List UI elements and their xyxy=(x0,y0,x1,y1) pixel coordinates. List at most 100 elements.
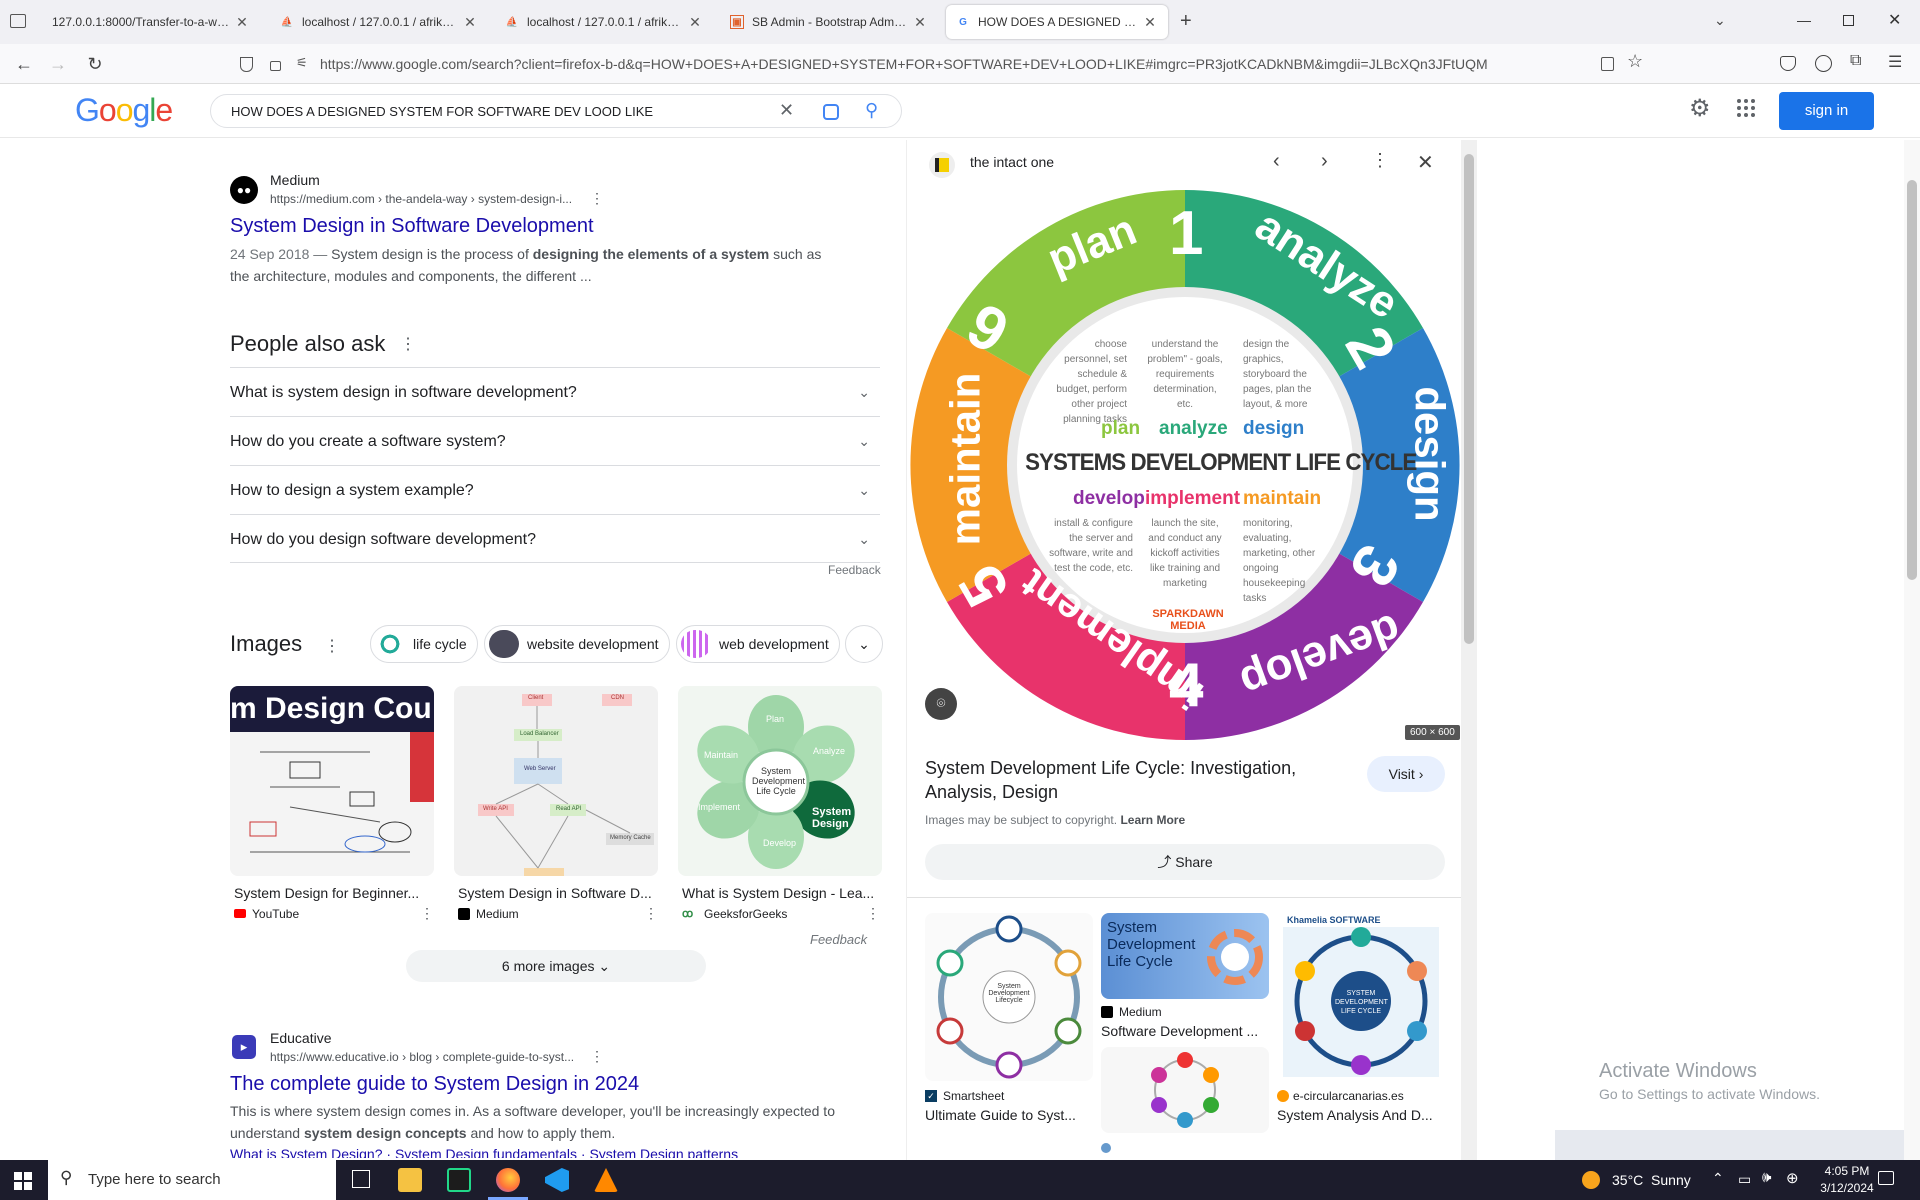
images-feedback-link[interactable]: Feedback xyxy=(810,932,867,947)
permissions-icon[interactable]: ⚟ xyxy=(296,55,308,71)
page-scrollbar[interactable] xyxy=(1904,140,1920,1160)
tab-overflow-chevron-icon[interactable]: ⌄ xyxy=(1714,12,1726,29)
visual-search-icon[interactable]: ⌾ xyxy=(925,688,957,720)
close-tab-icon[interactable]: ✕ xyxy=(687,14,703,31)
paa-feedback-link[interactable]: Feedback xyxy=(828,563,881,577)
page-scrollbar-thumb[interactable] xyxy=(1907,180,1917,580)
taskbar-search-box[interactable]: ⚲ Type here to search xyxy=(48,1160,336,1200)
paa-question[interactable]: How do you design software development? ⌄ xyxy=(230,514,880,563)
settings-gear-icon[interactable]: ⚙ xyxy=(1689,94,1711,123)
share-button[interactable]: ⤴ Share xyxy=(925,844,1445,880)
new-tab-icon[interactable]: + xyxy=(1180,10,1192,33)
search-input[interactable]: HOW DOES A DESIGNED SYSTEM FOR SOFTWARE … xyxy=(231,104,653,119)
chip-web-development[interactable]: web development xyxy=(676,625,840,663)
image-thumbnail[interactable]: System Development Life Cycle Plan Analy… xyxy=(678,686,882,876)
menu-icon[interactable]: ☰ xyxy=(1888,52,1902,72)
image-caption[interactable]: System Design in Software D... xyxy=(458,885,658,901)
tab-afrikbook-1[interactable]: ⛵ localhost / 127.0.0.1 / afrikbook ✕ xyxy=(270,5,488,39)
close-tab-icon[interactable]: ✕ xyxy=(234,14,250,31)
related-caption[interactable]: Ultimate Guide to Syst... xyxy=(925,1107,1093,1123)
close-tab-icon[interactable]: ✕ xyxy=(462,14,478,31)
activate-windows-subtitle[interactable]: Go to Settings to activate Windows. xyxy=(1599,1086,1820,1102)
result-menu-icon[interactable]: ⋮ xyxy=(590,1048,604,1065)
panel-more-icon[interactable]: ⋮ xyxy=(1371,150,1389,171)
result-title-link[interactable]: System Design in Software Development xyxy=(230,215,594,238)
list-all-tabs-icon[interactable] xyxy=(10,14,26,28)
apps-grid-icon[interactable] xyxy=(1737,99,1755,117)
google-logo[interactable]: Google xyxy=(75,92,173,129)
vlc-icon[interactable] xyxy=(594,1168,618,1192)
tab-transfer[interactable]: 127.0.0.1:8000/Transfer-to-a-warehouse✕ xyxy=(42,5,260,39)
forward-icon[interactable]: → xyxy=(45,52,71,76)
panel-scrollbar[interactable] xyxy=(1461,140,1477,1160)
close-window-icon[interactable]: ✕ xyxy=(1888,10,1901,30)
windows-start-icon[interactable] xyxy=(14,1172,32,1190)
images-menu-icon[interactable]: ⋮ xyxy=(324,636,340,656)
image-thumbnail[interactable]: Client CDN Load Balancer Web Server Writ… xyxy=(454,686,658,876)
sign-in-button[interactable]: sign in xyxy=(1779,92,1874,130)
back-icon[interactable]: ← xyxy=(11,52,37,76)
search-box[interactable]: HOW DOES A DESIGNED SYSTEM FOR SOFTWARE … xyxy=(210,94,902,128)
vscode-icon[interactable] xyxy=(545,1168,569,1192)
paa-menu-icon[interactable]: ⋮ xyxy=(400,334,416,354)
reader-view-icon[interactable] xyxy=(1601,57,1614,71)
image-caption[interactable]: System Design for Beginner... xyxy=(234,885,434,901)
lens-icon[interactable] xyxy=(823,104,839,120)
result-menu-icon[interactable]: ⋮ xyxy=(590,190,604,207)
firefox-icon[interactable] xyxy=(496,1168,520,1192)
result-sitelinks[interactable]: What is System Design? · System Design f… xyxy=(230,1146,738,1158)
reload-icon[interactable]: ↻ xyxy=(82,52,108,76)
related-caption[interactable]: System Analysis And D... xyxy=(1277,1107,1445,1123)
pycharm-icon[interactable] xyxy=(447,1168,471,1192)
restore-icon[interactable] xyxy=(1843,15,1854,26)
more-images-button[interactable]: 6 more images ⌄ xyxy=(406,950,706,982)
image-menu-icon[interactable]: ⋮ xyxy=(420,905,434,922)
notifications-icon[interactable] xyxy=(1878,1171,1894,1185)
clear-search-icon[interactable]: ✕ xyxy=(779,100,794,121)
visit-button[interactable]: Visit › xyxy=(1367,756,1445,792)
image-menu-icon[interactable]: ⋮ xyxy=(644,905,658,922)
bookmark-star-icon[interactable]: ☆ xyxy=(1627,51,1643,72)
weather-sun-icon[interactable] xyxy=(1582,1171,1600,1189)
result-title-link[interactable]: The complete guide to System Design in 2… xyxy=(230,1073,639,1096)
chips-expand-button[interactable]: ⌄ xyxy=(845,625,883,663)
volume-icon[interactable]: 🕪 xyxy=(1762,1169,1771,1186)
account-icon[interactable] xyxy=(1815,55,1832,72)
shield-icon[interactable] xyxy=(240,57,253,72)
pocket-icon[interactable] xyxy=(1780,56,1796,71)
tray-chevron-up-icon[interactable]: ⌃ xyxy=(1712,1170,1724,1187)
chip-website-development[interactable]: website development xyxy=(484,625,670,663)
result-url[interactable]: https://medium.com › the-andela-way › sy… xyxy=(270,192,572,206)
file-explorer-icon[interactable] xyxy=(398,1168,422,1192)
paa-question[interactable]: How to design a system example? ⌄ xyxy=(230,465,880,514)
image-caption[interactable]: What is System Design - Lea... xyxy=(682,885,882,901)
network-globe-icon[interactable]: ⊕ xyxy=(1786,1169,1799,1187)
image-thumbnail[interactable]: m Design Cou xyxy=(230,686,434,876)
extensions-icon[interactable]: ⧉ xyxy=(1850,52,1861,70)
tab-sb-admin[interactable]: ▣SB Admin - Bootstrap Admin Template✕ xyxy=(720,5,938,39)
tab-google-search[interactable]: GHOW DOES A DESIGNED SYSTEM FOR SOFTWARE… xyxy=(946,5,1168,39)
image-menu-icon[interactable]: ⋮ xyxy=(866,905,880,922)
minimize-icon[interactable]: — xyxy=(1797,12,1811,28)
clock[interactable]: 4:05 PM 3/12/2024 xyxy=(1810,1163,1884,1197)
close-panel-icon[interactable]: ✕ xyxy=(1417,150,1434,175)
panel-scrollbar-thumb[interactable] xyxy=(1464,154,1474,644)
search-icon[interactable]: ⚲ xyxy=(865,100,878,121)
panel-image-title[interactable]: System Development Life Cycle: Investiga… xyxy=(925,756,1305,804)
related-caption[interactable]: Software Development ... xyxy=(1101,1023,1269,1039)
paa-question[interactable]: What is system design in software develo… xyxy=(230,367,880,416)
url-bar[interactable]: https://www.google.com/search?client=fir… xyxy=(320,49,1655,79)
result-url[interactable]: https://www.educative.io › blog › comple… xyxy=(270,1050,574,1064)
task-view-icon[interactable] xyxy=(352,1170,370,1188)
related-image[interactable]: System Development Lifecycle xyxy=(925,913,1093,1081)
close-tab-icon[interactable]: ✕ xyxy=(1142,14,1158,31)
related-image[interactable]: System Development Life Cycle xyxy=(1101,913,1269,999)
close-tab-icon[interactable]: ✕ xyxy=(912,14,928,31)
chip-life-cycle[interactable]: life cycle xyxy=(370,625,478,663)
lock-icon[interactable] xyxy=(270,61,281,71)
paa-question[interactable]: How do you create a software system? ⌄ xyxy=(230,416,880,465)
learn-more-link[interactable]: Learn More xyxy=(1120,813,1185,827)
related-image[interactable]: Khamelia SOFTWARE SYSTEM DEVELOPMENT LIF… xyxy=(1277,913,1445,1081)
next-image-icon[interactable]: › xyxy=(1321,150,1328,173)
related-image[interactable] xyxy=(1101,1047,1269,1133)
